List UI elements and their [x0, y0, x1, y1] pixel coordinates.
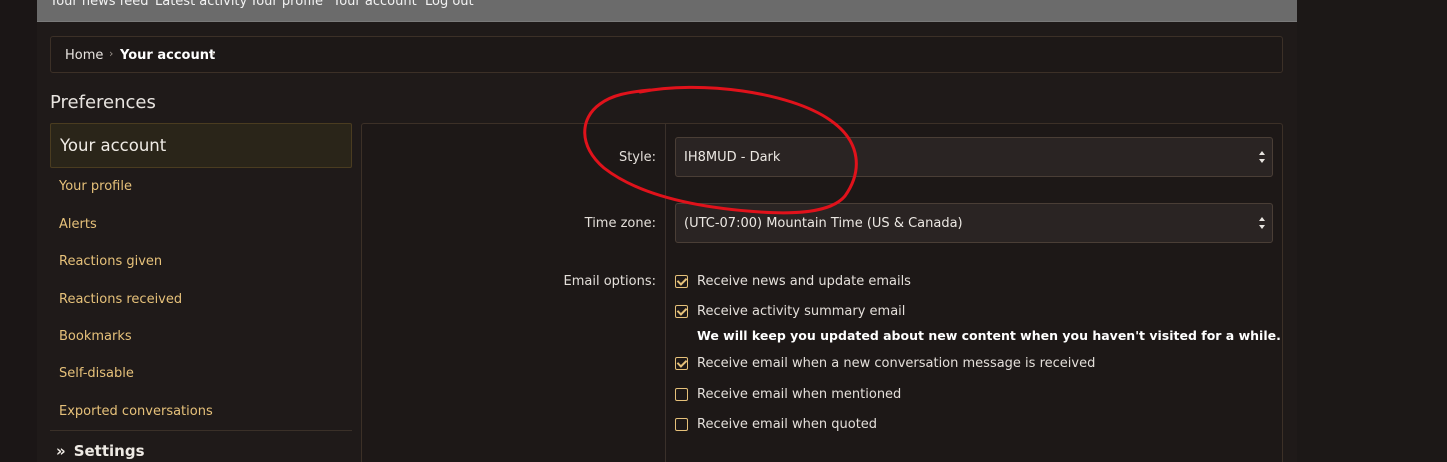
sidebar-item-alerts[interactable]: Alerts	[59, 217, 97, 232]
page-title: Preferences	[50, 92, 156, 113]
sidebar-settings-header[interactable]: » Settings	[56, 442, 145, 460]
timezone-select-value: (UTC-07:00) Mountain Time (US & Canada)	[684, 216, 963, 231]
sidebar-item-exported-conversations[interactable]: Exported conversations	[59, 404, 213, 419]
select-arrows-icon	[1259, 151, 1265, 163]
checkbox-label-news-updates[interactable]: Receive news and update emails	[697, 274, 911, 289]
checkbox-label-conversation-message[interactable]: Receive email when a new conversation me…	[697, 356, 1095, 371]
nav-your-account[interactable]: Your account	[333, 0, 417, 9]
nav-news-feed[interactable]: Your news feed	[50, 0, 148, 9]
timezone-label: Time zone:	[584, 216, 656, 231]
breadcrumb-your-account[interactable]: Your account	[120, 48, 215, 63]
style-select[interactable]: IH8MUD - Dark	[675, 137, 1273, 177]
style-label: Style:	[618, 150, 656, 165]
panel-column-divider	[665, 124, 666, 462]
sidebar-item-self-disable[interactable]: Self-disable	[59, 366, 134, 381]
chevron-right-icon: ›	[211, 47, 216, 60]
checkbox-label-activity-summary[interactable]: Receive activity summary email	[697, 304, 905, 319]
double-chevron-icon: »	[56, 442, 66, 460]
select-arrows-icon	[1259, 217, 1265, 229]
nav-log-out[interactable]: Log out	[425, 0, 474, 9]
sidebar-item-reactions-given[interactable]: Reactions given	[59, 254, 162, 269]
sidebar-item-label: Your account	[60, 136, 167, 155]
settings-label: Settings	[73, 442, 145, 460]
sidebar-item-reactions-received[interactable]: Reactions received	[59, 292, 182, 307]
checkbox-label-mentioned[interactable]: Receive email when mentioned	[697, 387, 901, 402]
nav-latest-activity[interactable]: Latest activity	[155, 0, 247, 9]
activity-summary-hint: We will keep you updated about new conte…	[697, 328, 1281, 343]
checkbox-mentioned[interactable]	[675, 388, 688, 401]
checkbox-activity-summary[interactable]	[675, 305, 688, 318]
chevron-right-icon: ›	[109, 47, 114, 60]
email-options-label: Email options:	[563, 274, 656, 289]
right-gutter	[1297, 0, 1447, 462]
breadcrumb-home[interactable]: Home	[65, 48, 103, 63]
sidebar-item-your-account[interactable]: Your account	[50, 123, 352, 168]
checkbox-conversation-message[interactable]	[675, 357, 688, 370]
sidebar-item-bookmarks[interactable]: Bookmarks	[59, 329, 132, 344]
sidebar-item-your-profile[interactable]: Your profile	[59, 179, 132, 194]
breadcrumb: Home › Your account ›	[50, 36, 1283, 73]
checkbox-news-updates[interactable]	[675, 275, 688, 288]
top-navigation: Your news feed Latest activity Your prof…	[37, 0, 1297, 22]
checkbox-quoted[interactable]	[675, 418, 688, 431]
style-select-value: IH8MUD - Dark	[684, 150, 781, 165]
nav-your-profile[interactable]: Your profile	[250, 0, 323, 9]
timezone-select[interactable]: (UTC-07:00) Mountain Time (US & Canada)	[675, 203, 1273, 243]
checkbox-label-quoted[interactable]: Receive email when quoted	[697, 417, 877, 432]
sidebar-divider	[50, 430, 352, 431]
